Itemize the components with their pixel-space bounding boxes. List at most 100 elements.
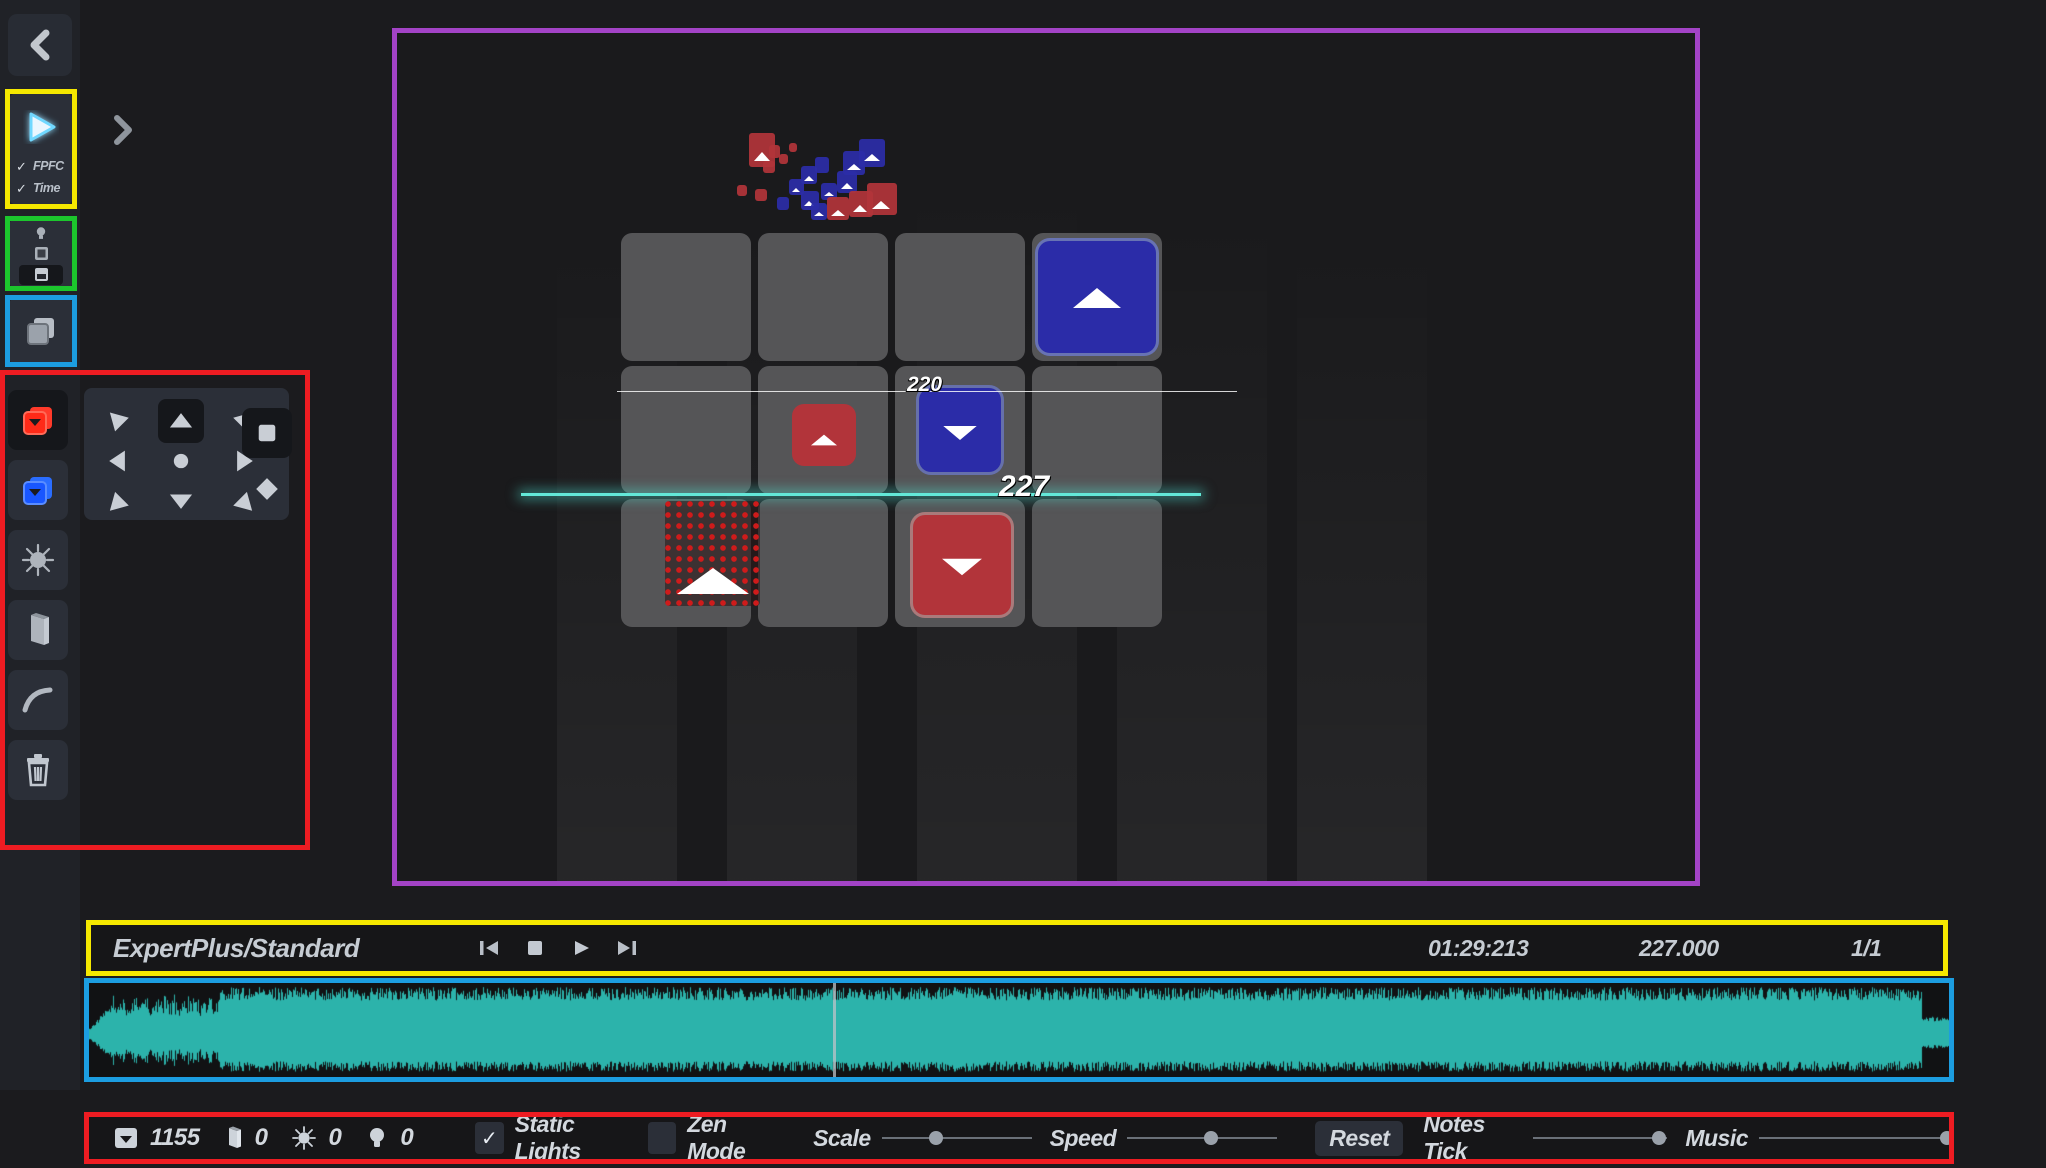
direction-cell-any[interactable] <box>158 439 204 483</box>
distant-note-blue[interactable] <box>815 157 829 173</box>
back-button[interactable] <box>8 14 72 76</box>
grid-cell[interactable] <box>1032 366 1162 494</box>
slider-knob[interactable] <box>1652 1131 1667 1145</box>
waveform-canvas[interactable] <box>89 983 1949 1077</box>
note-red-down[interactable] <box>913 515 1011 615</box>
note-arrow-down <box>942 558 982 576</box>
music-slider[interactable] <box>1759 1129 1955 1147</box>
preview-play-button[interactable] <box>9 99 73 155</box>
arrow-up-icon <box>169 413 193 428</box>
trash-icon <box>27 754 49 787</box>
wall-tool[interactable] <box>8 600 68 660</box>
arc-tool[interactable] <box>8 670 68 730</box>
stop-button[interactable] <box>523 936 547 960</box>
lightbulb-icon <box>36 226 46 239</box>
direction-cell-up[interactable] <box>158 399 204 443</box>
layers-icon <box>27 318 54 345</box>
distant-note-red[interactable] <box>867 183 897 215</box>
notes-grid-icon <box>34 247 48 260</box>
slider-knob[interactable] <box>1940 1131 1955 1145</box>
playfield-viewport[interactable]: 220 227 <box>397 33 1695 881</box>
skip-forward-icon <box>618 941 637 955</box>
stop-icon <box>528 941 543 955</box>
direction-cell-left[interactable] <box>96 439 142 483</box>
distant-note-arrow <box>823 192 834 197</box>
grid-cell[interactable] <box>895 233 1025 361</box>
distant-note-red[interactable] <box>789 143 797 152</box>
play-button[interactable] <box>569 936 593 960</box>
playhead-beat-label: 227 <box>999 470 1050 503</box>
zen-mode-toggle[interactable]: Zen Mode <box>647 1111 779 1165</box>
slider-track <box>1759 1137 1949 1139</box>
note-arrow-up <box>677 568 749 594</box>
square-icon <box>258 424 276 442</box>
static-lights-toggle[interactable]: ✓ Static Lights <box>475 1111 632 1165</box>
bomb-tool[interactable] <box>8 530 68 590</box>
check-icon: ✓ <box>475 1122 504 1154</box>
preview-panel: ✓ FPFC ✓ Time <box>9 93 73 205</box>
grid-cell[interactable] <box>1032 499 1162 627</box>
grid-cell[interactable] <box>621 366 751 494</box>
scale-slider[interactable] <box>881 1129 1032 1147</box>
reset-button[interactable]: Reset <box>1315 1120 1404 1156</box>
slider-knob[interactable] <box>928 1131 943 1145</box>
expand-panel-button[interactable] <box>98 100 148 160</box>
grid-cell[interactable] <box>758 499 888 627</box>
skip-forward-button[interactable] <box>615 936 639 960</box>
arrow-left-icon <box>109 450 125 472</box>
note-blue-up[interactable] <box>1038 241 1156 353</box>
blue-note-tool[interactable] <box>8 460 68 520</box>
lightbulb-view-button[interactable] <box>19 223 63 243</box>
slider-track <box>1533 1137 1668 1139</box>
bomb-icon <box>21 543 55 577</box>
red-note-tool[interactable] <box>8 390 68 450</box>
red-note-icon <box>23 407 52 435</box>
fpfc-checkbox[interactable]: ✓ FPFC <box>9 155 73 177</box>
note-count-icon <box>115 1128 137 1148</box>
distant-note-red[interactable] <box>755 189 767 201</box>
direction-cell-down[interactable] <box>158 479 204 523</box>
bomb-count: 0 <box>291 1124 342 1152</box>
distant-note-red[interactable] <box>779 154 788 164</box>
chevron-left-icon <box>30 29 50 61</box>
speed-slider[interactable] <box>1127 1129 1278 1147</box>
wall-count-icon <box>228 1126 241 1148</box>
slider-knob[interactable] <box>1204 1131 1219 1145</box>
grid-cell[interactable] <box>621 233 751 361</box>
distant-note-red[interactable] <box>737 185 747 196</box>
play-icon <box>575 941 590 955</box>
scale-control: Scale <box>813 1125 1032 1152</box>
distant-note-red[interactable] <box>827 197 849 220</box>
direction-cell-up-left[interactable] <box>96 399 142 443</box>
distant-note-blue[interactable] <box>777 197 789 210</box>
distant-note-arrow <box>791 187 800 192</box>
skip-back-button[interactable] <box>477 936 501 960</box>
square-shape[interactable] <box>242 408 292 458</box>
distant-note-blue[interactable] <box>859 139 885 167</box>
notes-view-button[interactable] <box>19 244 63 264</box>
dot-any-icon <box>173 453 189 469</box>
light-beam <box>1297 241 1427 881</box>
distant-note-red[interactable] <box>763 161 775 173</box>
transport-controls <box>477 936 639 960</box>
note-red-up[interactable] <box>792 404 856 466</box>
fpfc-label: FPFC <box>33 159 64 173</box>
note-blue-down[interactable] <box>919 388 1001 472</box>
diamond-shape[interactable] <box>242 464 292 514</box>
grid-cell[interactable] <box>758 233 888 361</box>
waveform-timeline[interactable] <box>89 983 1949 1077</box>
notes-tick-slider[interactable] <box>1533 1129 1668 1147</box>
distant-note-arrow <box>853 205 868 213</box>
delete-tool[interactable] <box>8 740 68 800</box>
time-checkbox[interactable]: ✓ Time <box>9 177 73 199</box>
layers-button[interactable] <box>9 298 73 364</box>
playhead-line <box>521 493 1201 496</box>
skip-back-icon <box>480 941 499 955</box>
snap-display: 1/1 <box>1851 934 1882 961</box>
bomb-count-value: 0 <box>328 1124 342 1151</box>
waveform-playhead[interactable] <box>833 983 836 1077</box>
light-count: 0 <box>365 1124 414 1152</box>
direction-cell-down-left[interactable] <box>96 479 142 523</box>
arrow-down-icon <box>169 494 193 509</box>
events-view-button[interactable] <box>19 264 63 285</box>
